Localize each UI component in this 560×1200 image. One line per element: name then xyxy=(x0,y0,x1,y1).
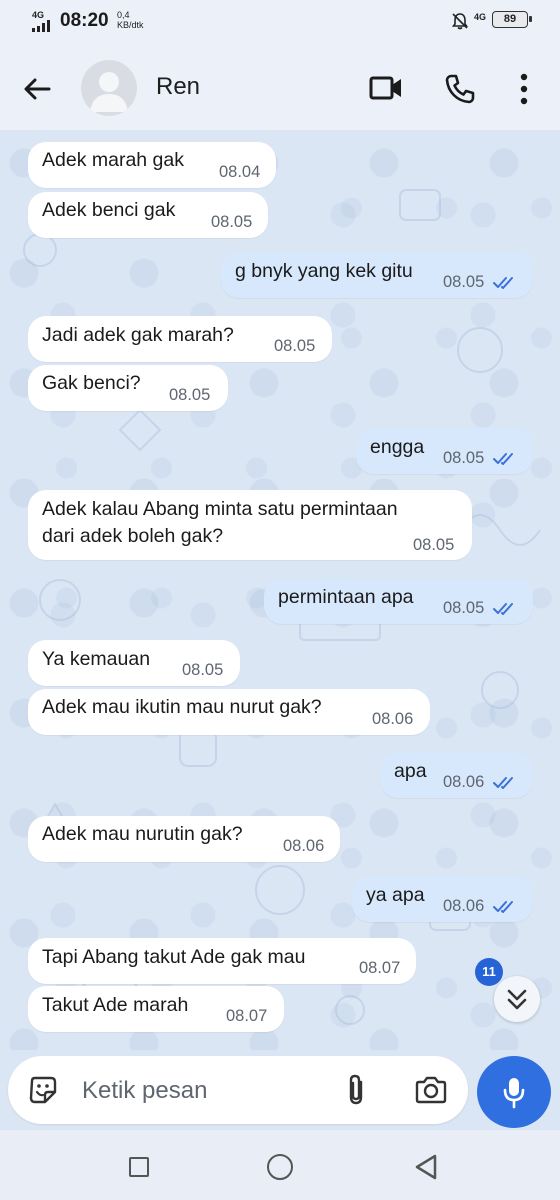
message-input[interactable] xyxy=(80,1072,324,1110)
message-bubble[interactable]: Adek kalau Abang minta satu permintaan d… xyxy=(28,490,472,560)
message-text: Tapi Abang takut Ade gak mau xyxy=(42,946,306,968)
network-speed-value: 0,4 xyxy=(117,10,130,20)
status-bar: 4G 08:20 0,4 KB/dtk 4G 89 xyxy=(0,0,560,46)
message-text: permintaan apa xyxy=(278,586,414,608)
camera-icon[interactable] xyxy=(414,1076,448,1104)
back-arrow-icon[interactable] xyxy=(22,74,52,104)
network-type: 4G xyxy=(32,10,45,20)
message-text: Adek mau ikutin mau nurut gak? xyxy=(42,696,322,718)
message-bubble[interactable]: Adek mau ikutin mau nurut gak? 08.06 xyxy=(28,689,430,735)
read-receipt-icon xyxy=(493,277,513,289)
message-bubble[interactable]: Gak benci? 08.05 xyxy=(28,365,228,411)
person-silhouette-icon xyxy=(90,72,128,112)
message-text: Adek marah gak xyxy=(42,149,184,171)
message-time: 08.04 xyxy=(219,163,261,181)
message-time: 08.05 xyxy=(274,337,316,355)
message-time: 08.05 xyxy=(443,449,485,467)
message-input-container[interactable] xyxy=(8,1056,468,1124)
scroll-to-bottom-button[interactable] xyxy=(494,976,540,1022)
message-time: 08.06 xyxy=(283,837,325,855)
message-bubble[interactable]: Jadi adek gak marah? 08.05 xyxy=(28,316,332,362)
message-text: g bnyk yang kek gitu xyxy=(235,260,413,282)
message-bubble[interactable]: engga 08.05 xyxy=(356,428,533,474)
battery-icon: 89 xyxy=(492,11,532,28)
message-bubble[interactable]: Adek benci gak 08.05 xyxy=(28,192,268,238)
chat-messages[interactable]: Adek marah gak 08.04 Adek benci gak 08.0… xyxy=(0,130,560,1050)
message-bubble[interactable]: permintaan apa 08.05 xyxy=(264,578,533,624)
double-chevron-down-icon xyxy=(507,989,527,1010)
message-bubble[interactable]: Ya kemauan 08.05 xyxy=(28,640,240,686)
message-bubble[interactable]: Adek marah gak 08.04 xyxy=(28,142,276,188)
message-time: 08.06 xyxy=(372,710,414,728)
message-text: Adek benci gak xyxy=(42,199,176,221)
composer-bar xyxy=(0,1050,560,1130)
message-bubble[interactable]: ya apa 08.06 xyxy=(352,876,533,922)
avatar[interactable] xyxy=(81,60,137,116)
microphone-icon xyxy=(503,1078,525,1109)
message-text: Adek mau nurutin gak? xyxy=(42,823,243,845)
attachment-icon[interactable] xyxy=(344,1073,368,1107)
message-time: 08.05 xyxy=(169,386,211,404)
message-bubble[interactable]: Takut Ade marah 08.07 xyxy=(28,986,284,1032)
message-text: Takut Ade marah xyxy=(42,994,189,1016)
read-receipt-icon xyxy=(493,603,513,615)
message-time: 08.05 xyxy=(211,213,253,231)
network-type-right: 4G xyxy=(474,12,487,22)
message-text: Ya kemauan xyxy=(42,648,151,670)
message-time: 08.06 xyxy=(443,773,485,791)
read-receipt-icon xyxy=(493,901,513,913)
message-bubble[interactable]: g bnyk yang kek gitu 08.05 xyxy=(221,252,533,298)
clock: 08:20 xyxy=(60,10,109,31)
message-bubble[interactable]: apa 08.06 xyxy=(380,752,533,798)
read-receipt-icon xyxy=(493,453,513,465)
message-text: engga xyxy=(370,436,425,458)
message-time: 08.06 xyxy=(443,897,485,915)
chat-header: Ren xyxy=(0,46,560,130)
video-call-icon[interactable] xyxy=(368,73,404,103)
message-bubble[interactable]: Adek mau nurutin gak? 08.06 xyxy=(28,816,340,862)
sticker-icon[interactable] xyxy=(28,1075,58,1105)
bell-muted-icon xyxy=(451,13,469,30)
signal-icon xyxy=(32,20,50,32)
message-time: 08.05 xyxy=(443,599,485,617)
message-bubble[interactable]: Tapi Abang takut Ade gak mau 08.07 xyxy=(28,938,416,984)
system-navigation-bar xyxy=(0,1130,560,1200)
contact-name[interactable]: Ren xyxy=(156,73,200,101)
read-receipt-icon xyxy=(493,777,513,789)
recent-apps-icon[interactable] xyxy=(129,1157,149,1177)
message-text: Adek kalau Abang minta satu permintaan d… xyxy=(42,498,398,547)
message-time: 08.05 xyxy=(413,536,455,554)
home-icon[interactable] xyxy=(267,1154,293,1180)
phone-call-icon[interactable] xyxy=(444,73,476,105)
voice-message-button[interactable] xyxy=(477,1056,551,1128)
message-text: Jadi adek gak marah? xyxy=(42,324,234,346)
message-text: apa xyxy=(394,760,427,782)
message-text: ya apa xyxy=(366,884,425,906)
message-time: 08.05 xyxy=(443,273,485,291)
message-time: 08.07 xyxy=(226,1007,268,1025)
message-text: Gak benci? xyxy=(42,372,141,394)
unread-count-badge: 11 xyxy=(475,958,503,986)
network-speed: 0,4 KB/dtk xyxy=(117,10,144,30)
message-time: 08.05 xyxy=(182,661,224,679)
message-time: 08.07 xyxy=(359,959,401,977)
more-options-icon[interactable] xyxy=(516,72,532,106)
battery-level: 89 xyxy=(503,13,517,25)
nav-back-icon[interactable] xyxy=(412,1153,440,1181)
network-speed-unit: KB/dtk xyxy=(117,20,144,30)
